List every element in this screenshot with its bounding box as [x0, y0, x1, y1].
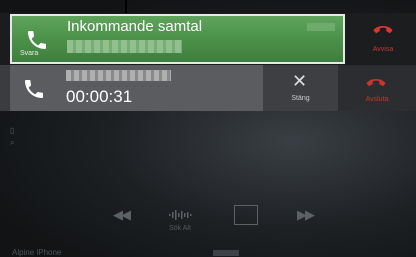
hang-up-icon: [373, 24, 393, 38]
next-track-icon: ▶▶: [297, 207, 315, 222]
reject-button[interactable]: Avvisa: [350, 14, 416, 64]
keypad-icon: [234, 205, 258, 225]
close-label: Stäng: [291, 95, 310, 102]
call-timer: 00:00:31: [66, 87, 133, 106]
end-call-button[interactable]: Avsluta: [338, 65, 416, 111]
status-indicator: [213, 250, 239, 256]
search-icon: ⌕: [10, 138, 15, 147]
active-caller-number-pixelated: [66, 70, 171, 81]
close-icon: ✕: [292, 71, 308, 91]
search-label: Sök Alt: [169, 225, 191, 232]
hang-up-icon: [366, 77, 386, 91]
voice-search-icon: [168, 208, 192, 220]
caller-extra-pixelated: [307, 23, 335, 31]
previous-track-icon: ◀◀: [113, 207, 131, 222]
close-button[interactable]: ✕ Stäng: [263, 65, 338, 111]
incoming-call-title: Inkommande samtal: [67, 18, 203, 35]
phone-icon: [25, 28, 49, 52]
caller-number-pixelated: [67, 40, 182, 53]
reject-label: Avvisa: [372, 46, 394, 53]
answer-button[interactable]: Svara Inkommande samtal: [10, 14, 345, 64]
bookmark-icon: ▯: [10, 126, 15, 135]
answer-label: Svara: [20, 50, 39, 57]
side-icons: ▯ ⌕: [10, 125, 14, 149]
device-name: Alpine iPhone: [12, 248, 62, 257]
phone-icon: [22, 77, 46, 101]
callout-line: [125, 0, 127, 14]
phone-screen: Svara Inkommande samtal Avvisa 00:00:31 …: [0, 0, 416, 257]
end-call-label: Avsluta: [365, 96, 389, 103]
